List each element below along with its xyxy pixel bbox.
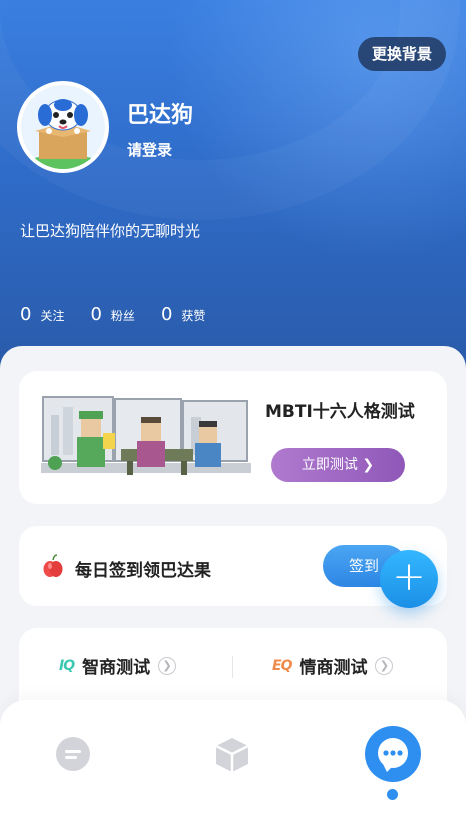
stat-likes[interactable]: 0 获赞	[161, 304, 205, 325]
divider	[232, 656, 233, 678]
stat-count: 0	[90, 304, 102, 325]
plus-icon: +	[392, 554, 426, 600]
stat-count: 0	[20, 304, 32, 325]
chat-tab[interactable]	[365, 726, 421, 782]
apple-icon	[43, 554, 63, 577]
chevron-right-icon: ❯	[158, 656, 177, 675]
eq-test-label: 情商测试	[299, 658, 368, 678]
bottom-tab-bar	[0, 700, 466, 818]
eq-badge-icon: EQ	[272, 657, 292, 674]
add-button[interactable]: +	[380, 550, 438, 608]
stats-row: 0 关注 0 粉丝 0 获赞	[20, 304, 205, 325]
stat-count: 0	[160, 304, 173, 325]
iq-badge-icon: IQ	[59, 657, 75, 674]
dog-mascot-icon	[21, 85, 105, 169]
box-icon[interactable]	[212, 734, 252, 774]
stat-following[interactable]: 0 关注	[20, 304, 64, 325]
mbti-card[interactable]: MBTI十六人格测试 立即测试 ❯	[19, 371, 447, 504]
nickname: 巴达狗	[127, 103, 194, 128]
chevron-right-icon: ❯	[375, 656, 394, 675]
avatar[interactable]	[17, 81, 109, 173]
mbti-title: MBTI十六人格测试	[265, 402, 415, 422]
signin-label: 每日签到领巴达果	[75, 561, 211, 581]
profile-header: 更换背景 巴达狗 请登录 让巴达狗陪伴你的无聊时光 0 关注 0 粉丝 0 获赞	[0, 0, 466, 380]
change-background-button[interactable]: 更换背景	[357, 37, 446, 71]
active-tab-indicator	[387, 789, 398, 800]
chat-icon	[378, 738, 408, 772]
motto-text: 让巴达狗陪伴你的无聊时光	[20, 222, 201, 240]
stat-label: 粉丝	[110, 309, 135, 323]
stat-label: 关注	[40, 309, 65, 323]
office-illustration-icon	[41, 396, 251, 475]
iq-test-entry[interactable]: IQ 智商测试 ❯	[59, 653, 177, 678]
start-test-button[interactable]: 立即测试 ❯	[271, 448, 405, 482]
home-icon[interactable]	[53, 734, 93, 774]
iq-test-label: 智商测试	[82, 658, 151, 678]
eq-test-entry[interactable]: EQ 情商测试 ❯	[272, 653, 394, 678]
login-link[interactable]: 请登录	[127, 139, 172, 160]
stat-label: 获赞	[181, 309, 206, 323]
stat-followers[interactable]: 0 粉丝	[90, 304, 134, 325]
